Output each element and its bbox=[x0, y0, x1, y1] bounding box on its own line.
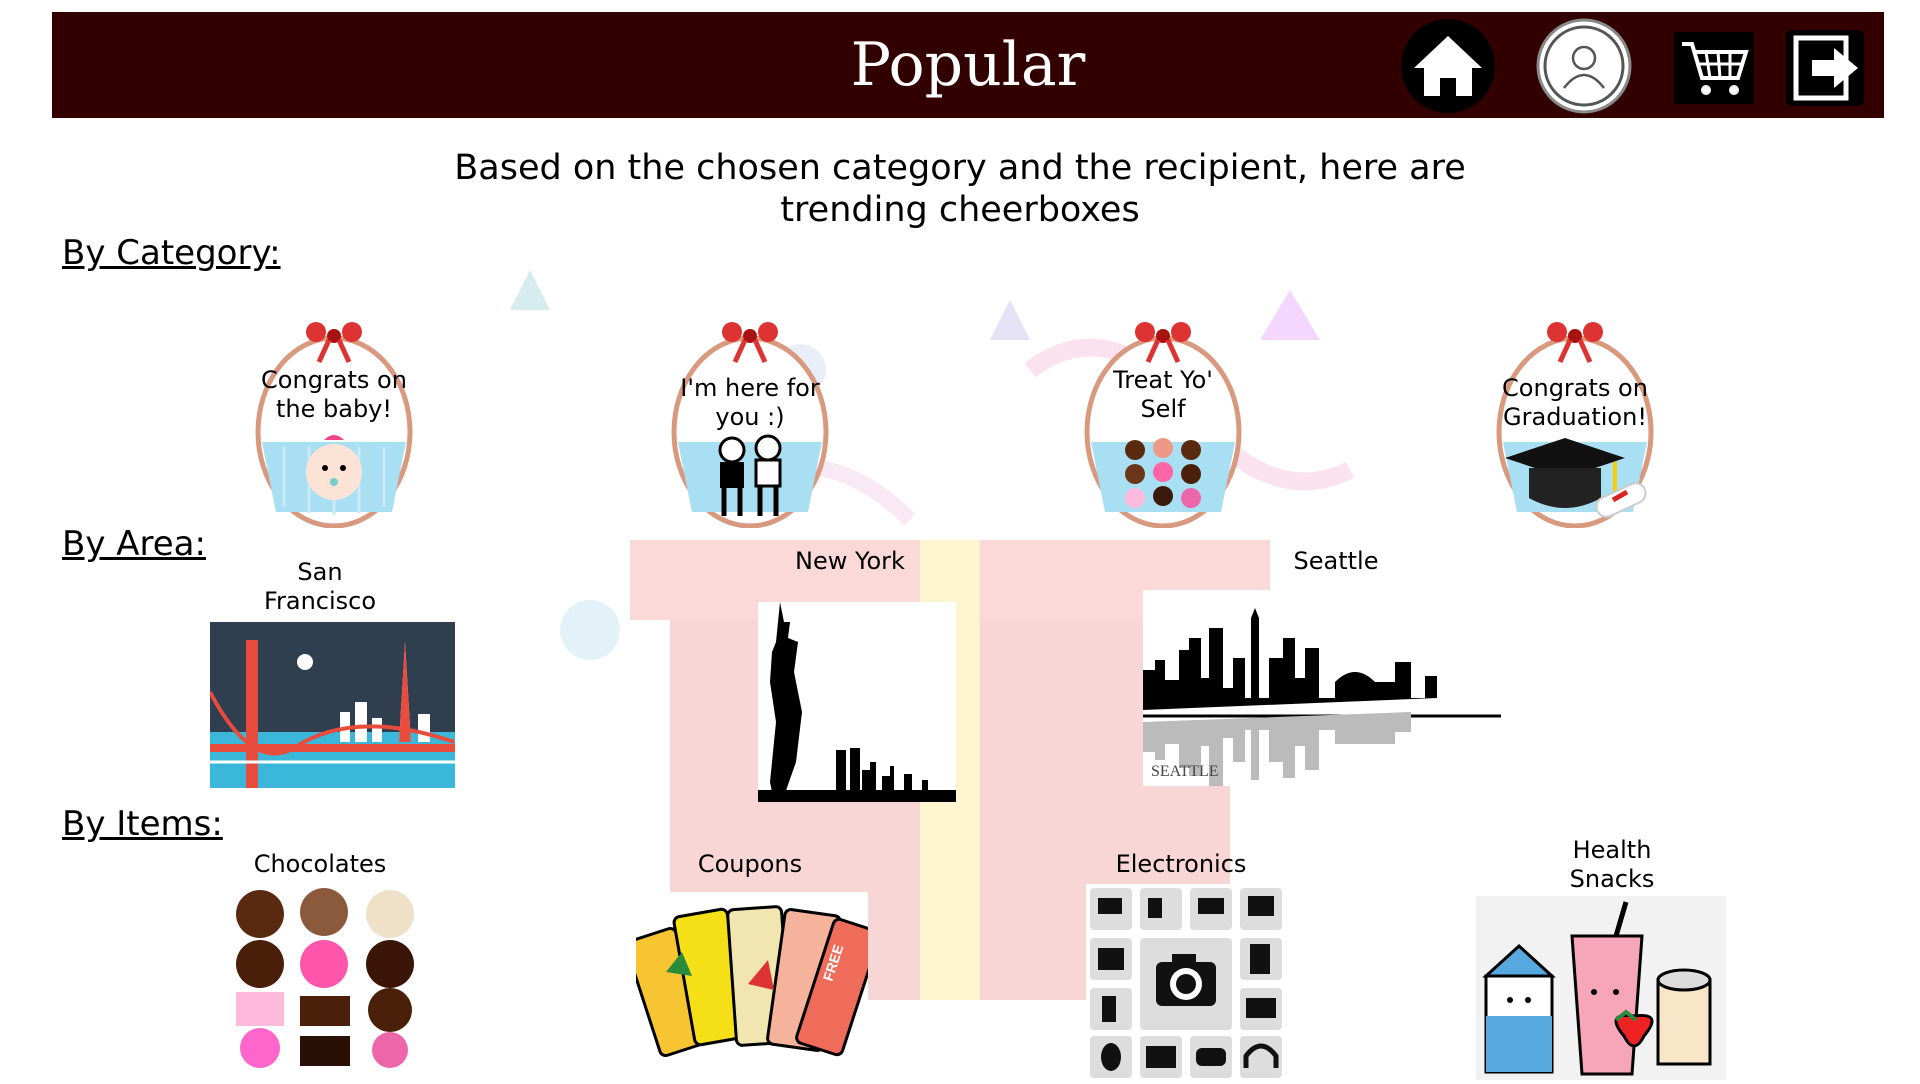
item-card-health-snacks[interactable] bbox=[1476, 896, 1726, 1080]
section-heading-area: By Area: bbox=[62, 524, 206, 564]
area-label-seattle: Seattle bbox=[1293, 547, 1379, 575]
chocolates-icon bbox=[1125, 438, 1201, 508]
item-label-health-snacks: Health Snacks bbox=[1569, 836, 1655, 893]
category-card-treat[interactable]: Treat Yo' Self bbox=[1083, 322, 1243, 529]
category-label: Congrats on the baby! bbox=[261, 366, 407, 423]
seattle-skyline-image: SEATTLE bbox=[1143, 590, 1501, 786]
item-label-coupons: Coupons bbox=[697, 850, 803, 878]
basket-icon bbox=[255, 322, 413, 529]
area-card-san-francisco[interactable] bbox=[208, 622, 455, 788]
category-card-baby[interactable]: Congrats on the baby! bbox=[254, 322, 414, 529]
health-snacks-image bbox=[1476, 896, 1726, 1080]
category-card-graduation[interactable]: Congrats on Graduation! bbox=[1495, 322, 1655, 529]
profile-button[interactable] bbox=[1536, 18, 1632, 114]
electronics-image bbox=[1086, 884, 1292, 1080]
item-card-chocolates[interactable] bbox=[228, 884, 438, 1070]
section-heading-items: By Items: bbox=[62, 804, 223, 844]
header-bar: Popular bbox=[52, 12, 1884, 118]
category-card-support[interactable]: I'm here for you :) bbox=[670, 322, 830, 529]
area-card-new-york[interactable] bbox=[758, 602, 956, 802]
cart-icon bbox=[1674, 32, 1754, 104]
category-label: Treat Yo' Self bbox=[1113, 366, 1213, 423]
item-card-coupons[interactable]: FREE bbox=[624, 892, 881, 1064]
subtitle-text: Based on the chosen category and the rec… bbox=[454, 148, 1466, 230]
section-heading-category: By Category: bbox=[62, 233, 281, 273]
area-card-seattle[interactable]: SEATTLE bbox=[1143, 590, 1501, 786]
category-label: I'm here for you :) bbox=[680, 374, 820, 431]
logout-button[interactable] bbox=[1778, 18, 1874, 114]
category-label: Congrats on Graduation! bbox=[1502, 374, 1648, 431]
home-icon bbox=[1401, 19, 1495, 113]
item-label-electronics: Electronics bbox=[1115, 850, 1247, 878]
item-card-electronics[interactable] bbox=[1086, 884, 1292, 1080]
statue-of-liberty-image bbox=[758, 602, 956, 802]
cart-button[interactable] bbox=[1666, 18, 1762, 114]
chocolates-image bbox=[228, 884, 438, 1070]
seattle-caption: SEATTLE bbox=[1151, 763, 1219, 780]
item-label-chocolates: Chocolates bbox=[253, 850, 387, 878]
coupons-image: FREE bbox=[624, 892, 881, 1064]
user-icon bbox=[1536, 18, 1632, 114]
area-label-new-york: New York bbox=[795, 547, 905, 575]
area-label-san-francisco: San Francisco bbox=[263, 558, 377, 615]
golden-gate-bridge-image bbox=[208, 622, 455, 788]
home-button[interactable] bbox=[1400, 18, 1496, 114]
logout-icon bbox=[1786, 30, 1864, 106]
basket-icon bbox=[1084, 322, 1242, 529]
